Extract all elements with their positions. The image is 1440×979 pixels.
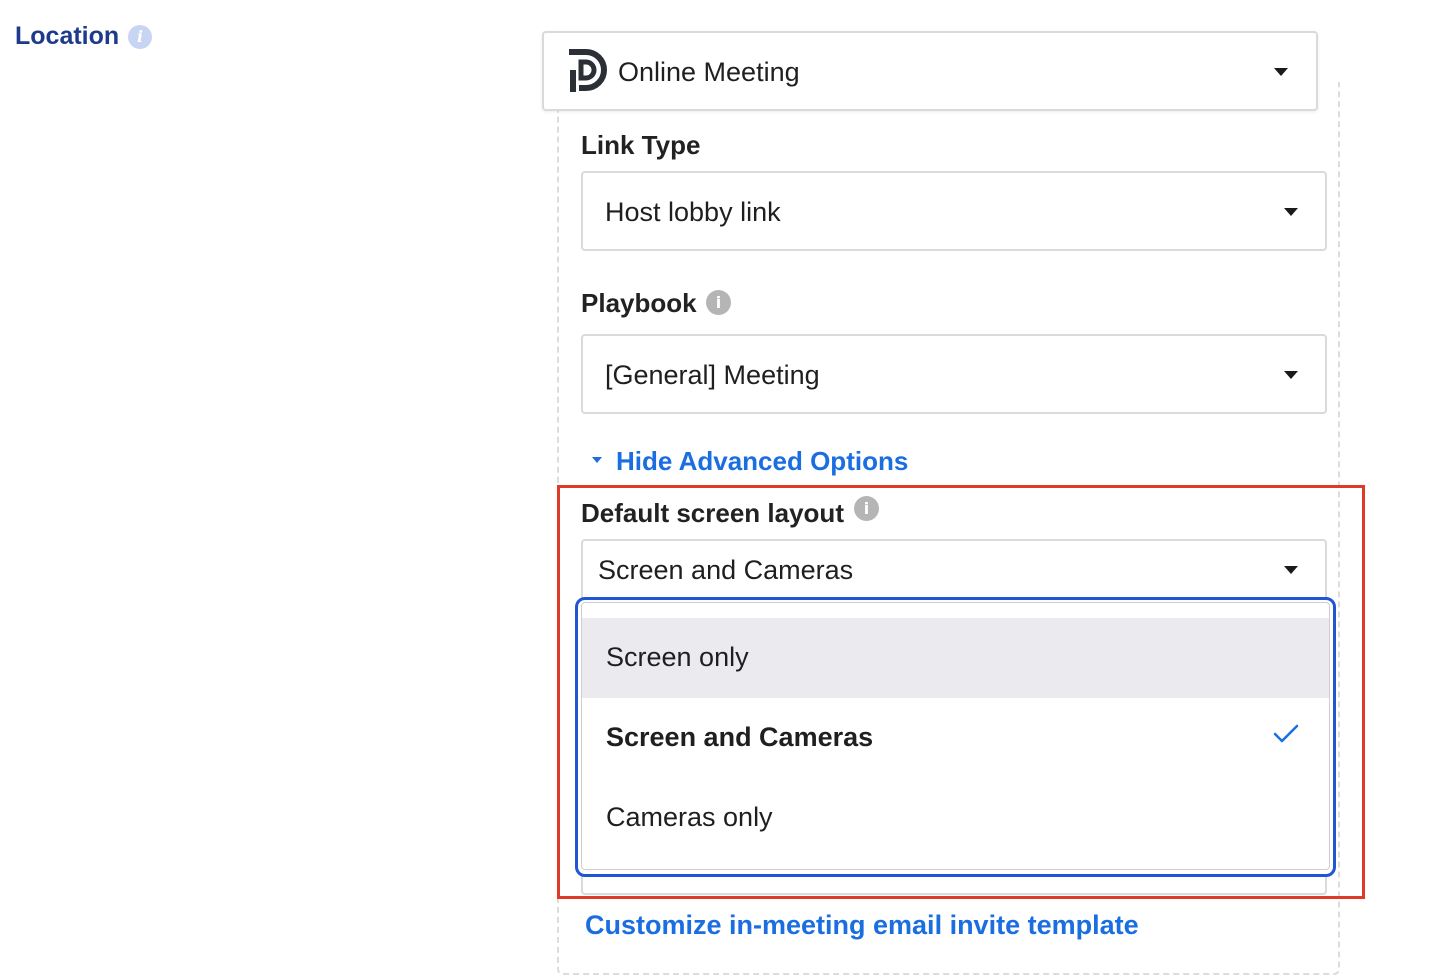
chevron-down-icon (1284, 208, 1298, 216)
location-label: Location (15, 22, 120, 50)
playbook-select-value: [General] Meeting (605, 360, 820, 390)
location-select[interactable]: Online Meeting (542, 31, 1318, 111)
location-select-value: Online Meeting (618, 57, 800, 87)
chevron-down-icon (1274, 68, 1288, 76)
link-type-label: Link Type (581, 130, 701, 160)
info-icon[interactable] (128, 25, 152, 49)
playbook-label: Playbook (581, 288, 697, 318)
link-type-select-value: Host lobby link (605, 197, 781, 227)
hide-advanced-options-link[interactable]: Hide Advanced Options (592, 446, 908, 477)
playbook-select[interactable]: [General] Meeting (581, 334, 1327, 414)
meeting-provider-logo-icon (569, 49, 607, 92)
info-icon[interactable] (706, 290, 731, 315)
chevron-down-icon (1284, 371, 1298, 379)
hide-advanced-options-label: Hide Advanced Options (616, 446, 909, 476)
link-type-select[interactable]: Host lobby link (581, 171, 1327, 251)
caret-down-icon (592, 457, 602, 464)
customize-email-invite-link[interactable]: Customize in-meeting email invite templa… (585, 910, 1139, 941)
highlight-annotation-box (557, 485, 1365, 899)
